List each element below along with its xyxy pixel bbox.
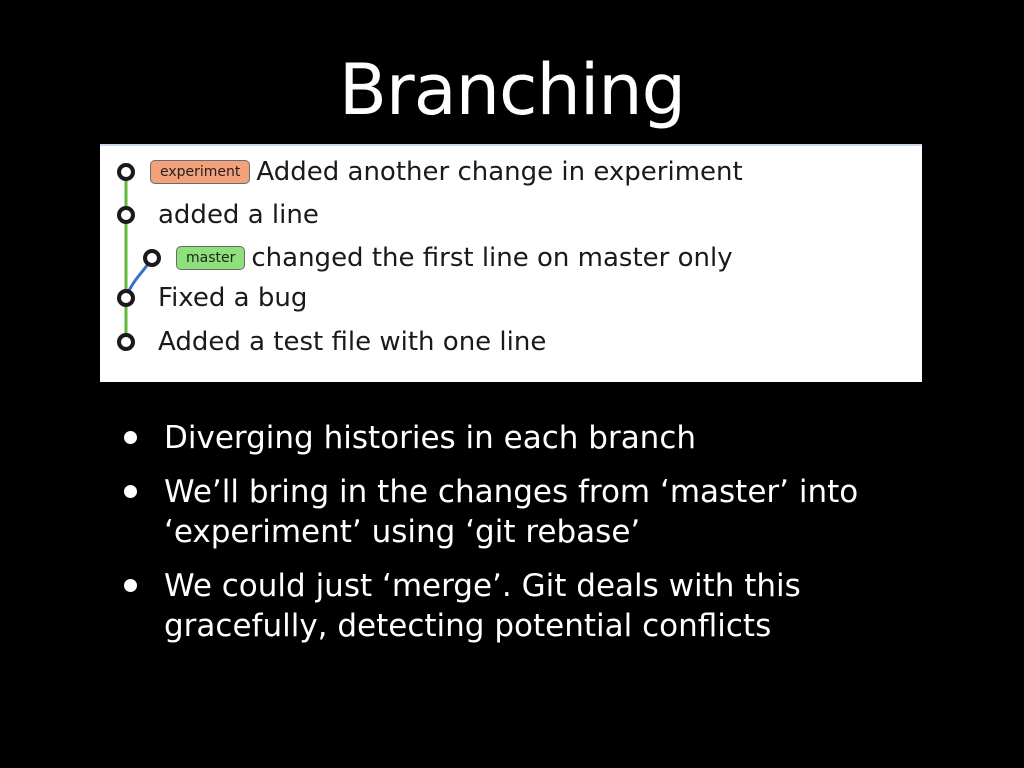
- commit-row[interactable]: master changed the first line on master …: [176, 238, 733, 278]
- bullet-item: We could just ‘merge’. Git deals with th…: [120, 566, 940, 646]
- bullet-item: Diverging histories in each branch: [120, 418, 940, 458]
- bullet-dot-icon: [124, 579, 137, 592]
- commit-node[interactable]: [117, 163, 135, 181]
- commit-message: added a line: [158, 200, 319, 230]
- git-commit-graph: experiment Added another change in exper…: [100, 144, 922, 382]
- slide-title: Branching: [338, 49, 686, 131]
- bullet-dot-icon: [124, 431, 137, 444]
- bullet-item: We’ll bring in the changes from ‘master’…: [120, 472, 940, 552]
- bullet-dot-icon: [124, 485, 137, 498]
- branch-label-experiment[interactable]: experiment: [150, 160, 251, 184]
- commit-node[interactable]: [117, 333, 135, 351]
- bullet-text: We could just ‘merge’. Git deals with th…: [164, 568, 801, 644]
- branch-label-master[interactable]: master: [176, 246, 246, 270]
- commit-row[interactable]: experiment Added another change in exper…: [150, 152, 743, 192]
- commit-node[interactable]: [117, 206, 135, 224]
- bullet-list: Diverging histories in each branch We’ll…: [120, 418, 940, 660]
- commit-message: Fixed a bug: [158, 283, 308, 313]
- bullet-text: We’ll bring in the changes from ‘master’…: [164, 474, 859, 550]
- commit-row[interactable]: Added a test file with one line: [158, 322, 546, 362]
- commit-message: Added another change in experiment: [256, 157, 743, 187]
- bullet-text: Diverging histories in each branch: [164, 420, 697, 456]
- commit-node[interactable]: [117, 289, 135, 307]
- commit-node[interactable]: [143, 249, 161, 267]
- commit-message: Added a test file with one line: [158, 327, 547, 357]
- commit-row[interactable]: added a line: [158, 195, 319, 235]
- commit-row[interactable]: Fixed a bug: [158, 278, 307, 318]
- commit-message: changed the first line on master only: [251, 243, 733, 273]
